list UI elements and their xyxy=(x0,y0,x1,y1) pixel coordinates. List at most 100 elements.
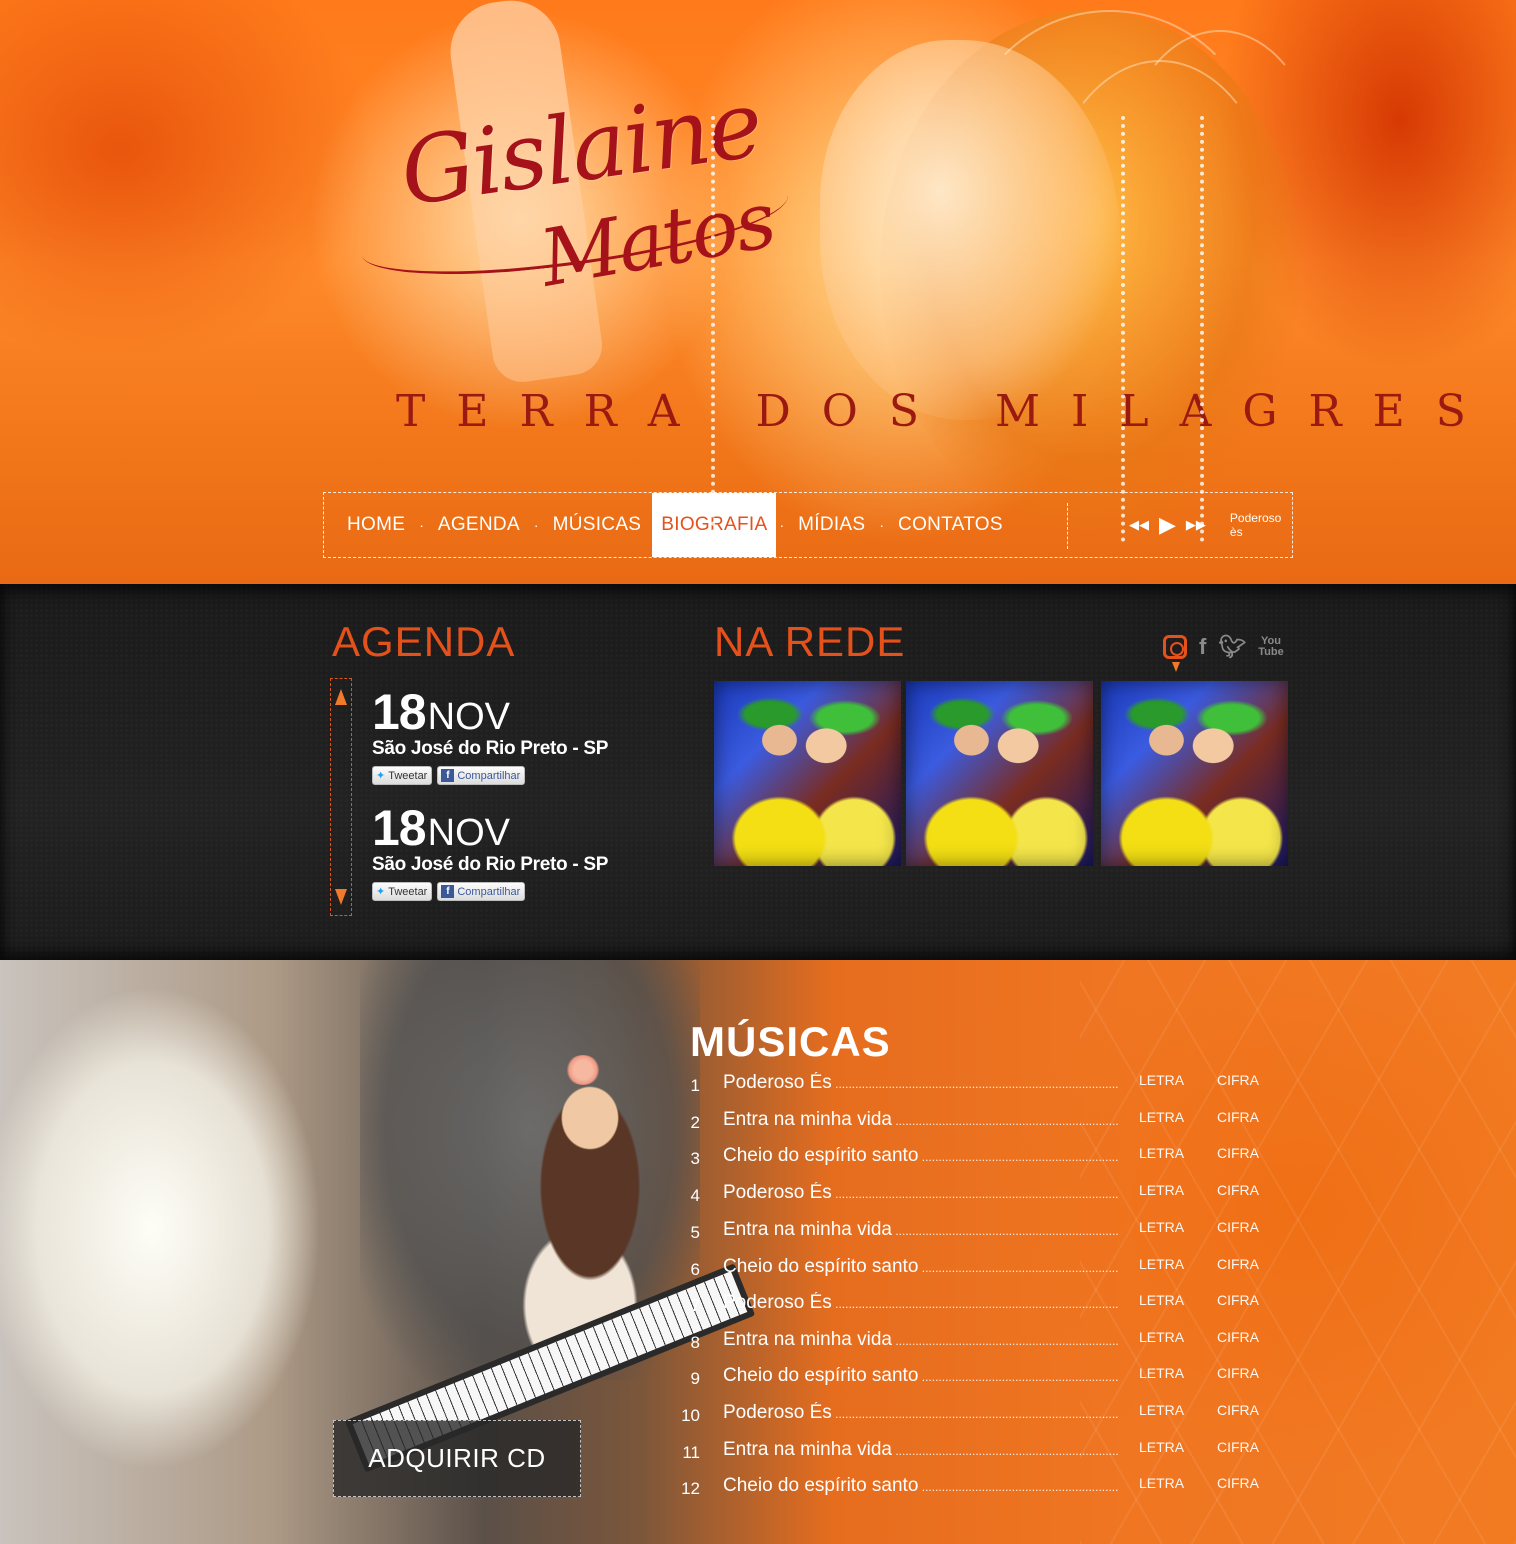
scroll-up-arrow-icon[interactable] xyxy=(335,689,347,705)
letra-link[interactable]: LETRA xyxy=(1139,1402,1184,1418)
now-playing-title: Poderoso ès xyxy=(1229,511,1282,539)
instagram-icon[interactable] xyxy=(1163,635,1187,659)
event-month: NOV xyxy=(427,696,510,738)
cifra-link[interactable]: CIFRA xyxy=(1217,1439,1259,1455)
social-photo-thumbnail[interactable] xyxy=(1101,681,1288,866)
track-number: 12 xyxy=(681,1479,700,1498)
track-row: 9 Cheio do espírito santo LETRA CIFRA xyxy=(676,1363,1296,1399)
track-row: 4 Poderoso És LETRA CIFRA xyxy=(676,1180,1296,1216)
artist-logo[interactable]: Gislaine Matos xyxy=(356,70,800,335)
cifra-link[interactable]: CIFRA xyxy=(1217,1109,1259,1125)
facebook-share-button[interactable]: f Compartilhar xyxy=(437,882,526,901)
track-row: 3 Cheio do espírito santo LETRA CIFRA xyxy=(676,1143,1296,1179)
track-row: 2 Entra na minha vida LETRA CIFRA xyxy=(676,1107,1296,1143)
cifra-link[interactable]: CIFRA xyxy=(1217,1219,1259,1235)
youtube-icon[interactable]: You Tube xyxy=(1258,636,1283,658)
letra-link[interactable]: LETRA xyxy=(1139,1145,1184,1161)
tracklist-divider xyxy=(711,116,715,542)
letra-link[interactable]: LETRA xyxy=(1139,1475,1184,1491)
track-title[interactable]: Poderoso És xyxy=(723,1182,1119,1204)
cifra-link[interactable]: CIFRA xyxy=(1217,1182,1259,1198)
track-title[interactable]: Entra na minha vida xyxy=(723,1439,1119,1461)
cifra-link[interactable]: CIFRA xyxy=(1217,1402,1259,1418)
hero-banner: Gislaine Matos TERRA DOS MILAGRES HOME ·… xyxy=(0,0,1516,584)
tweet-label: Tweetar xyxy=(388,769,428,782)
letra-link[interactable]: LETRA xyxy=(1139,1439,1184,1455)
letra-link[interactable]: LETRA xyxy=(1139,1109,1184,1125)
nav-item-musicas[interactable]: MÚSICAS xyxy=(542,493,653,557)
cifra-link[interactable]: CIFRA xyxy=(1217,1329,1259,1345)
track-number: 1 xyxy=(690,1076,700,1095)
track-row: 7 Poderoso És LETRA CIFRA xyxy=(676,1290,1296,1326)
track-title[interactable]: Poderoso És xyxy=(723,1292,1119,1314)
track-number: 7 xyxy=(690,1296,700,1315)
nav-separator: · xyxy=(779,517,785,533)
youtube-label-bottom: Tube xyxy=(1258,646,1284,658)
tweet-label: Tweetar xyxy=(388,885,428,898)
buy-cd-button[interactable]: ADQUIRIR CD xyxy=(333,1420,581,1497)
nav-item-contatos[interactable]: CONTATOS xyxy=(887,493,1014,557)
event-day: 18 xyxy=(372,800,427,856)
track-title[interactable]: Entra na minha vida xyxy=(723,1329,1119,1351)
track-row: 8 Entra na minha vida LETRA CIFRA xyxy=(676,1327,1296,1363)
event-location: São José do Rio Preto - SP xyxy=(372,854,609,875)
nav-item-midias[interactable]: MÍDIAS xyxy=(787,493,876,557)
cifra-link[interactable]: CIFRA xyxy=(1217,1145,1259,1161)
facebook-icon[interactable]: f xyxy=(1199,634,1206,660)
track-title[interactable]: Poderoso És xyxy=(723,1072,1119,1094)
track-number: 4 xyxy=(690,1186,700,1205)
tracklist-divider xyxy=(1121,116,1125,542)
letra-link[interactable]: LETRA xyxy=(1139,1292,1184,1308)
track-row: 10 Poderoso És LETRA CIFRA xyxy=(676,1400,1296,1436)
twitter-bird-icon: ✦ xyxy=(376,886,386,898)
album-tagline: TERRA DOS MILAGRES xyxy=(396,386,1497,437)
track-title[interactable]: Poderoso És xyxy=(723,1402,1119,1424)
track-number: 8 xyxy=(690,1333,700,1352)
cifra-link[interactable]: CIFRA xyxy=(1217,1365,1259,1381)
letra-link[interactable]: LETRA xyxy=(1139,1219,1184,1235)
track-title[interactable]: Cheio do espírito santo xyxy=(723,1145,1119,1167)
track-title[interactable]: Cheio do espírito santo xyxy=(723,1365,1119,1387)
agenda-event: 18 NOV São José do Rio Preto - SP ✦ Twee… xyxy=(372,686,672,785)
track-title[interactable]: Entra na minha vida xyxy=(723,1219,1119,1241)
audio-player: ◀◀ ▶ ▶▶ Poderoso ès xyxy=(1129,493,1292,557)
social-links: f 🐦︎ You Tube xyxy=(1163,634,1284,660)
rewind-icon[interactable]: ◀◀ xyxy=(1129,517,1149,533)
agenda-scroller xyxy=(330,678,352,916)
track-title[interactable]: Cheio do espírito santo xyxy=(723,1475,1119,1497)
letra-link[interactable]: LETRA xyxy=(1139,1182,1184,1198)
track-number: 2 xyxy=(690,1113,700,1132)
nav-separator: · xyxy=(879,517,885,533)
agenda-heading: AGENDA xyxy=(332,618,516,665)
nav-divider xyxy=(1067,503,1068,549)
social-photo-thumbnail[interactable] xyxy=(906,681,1093,866)
share-label: Compartilhar xyxy=(457,769,521,782)
play-icon[interactable]: ▶ xyxy=(1159,512,1176,538)
cifra-link[interactable]: CIFRA xyxy=(1217,1475,1259,1491)
nav-separator: · xyxy=(419,517,424,533)
event-location: São José do Rio Preto - SP xyxy=(372,738,609,759)
letra-link[interactable]: LETRA xyxy=(1139,1329,1184,1345)
track-row: 5 Entra na minha vida LETRA CIFRA xyxy=(676,1217,1296,1253)
nav-item-home[interactable]: HOME xyxy=(324,493,416,557)
nav-item-agenda[interactable]: AGENDA xyxy=(427,493,531,557)
track-title[interactable]: Cheio do espírito santo xyxy=(723,1256,1119,1278)
tweet-button[interactable]: ✦ Tweetar xyxy=(372,882,433,901)
track-row: 12 Cheio do espírito santo LETRA CIFRA xyxy=(676,1473,1296,1509)
tweet-button[interactable]: ✦ Tweetar xyxy=(372,766,433,785)
track-title[interactable]: Entra na minha vida xyxy=(723,1109,1119,1131)
cifra-link[interactable]: CIFRA xyxy=(1217,1256,1259,1272)
facebook-share-button[interactable]: f Compartilhar xyxy=(437,766,526,785)
letra-link[interactable]: LETRA xyxy=(1139,1365,1184,1381)
twitter-bird-icon: ✦ xyxy=(376,770,386,782)
twitter-icon[interactable]: 🐦︎ xyxy=(1218,634,1246,660)
letra-link[interactable]: LETRA xyxy=(1139,1072,1184,1088)
cifra-link[interactable]: CIFRA xyxy=(1217,1292,1259,1308)
social-photo-thumbnail[interactable] xyxy=(714,681,901,866)
event-day: 18 xyxy=(372,684,427,740)
cifra-link[interactable]: CIFRA xyxy=(1217,1072,1259,1088)
scroll-down-arrow-icon[interactable] xyxy=(335,889,347,905)
letra-link[interactable]: LETRA xyxy=(1139,1256,1184,1272)
track-number: 3 xyxy=(690,1149,700,1168)
main-navigation: HOME · AGENDA · MÚSICAS BIOGRAFIA · MÍDI… xyxy=(323,492,1293,558)
